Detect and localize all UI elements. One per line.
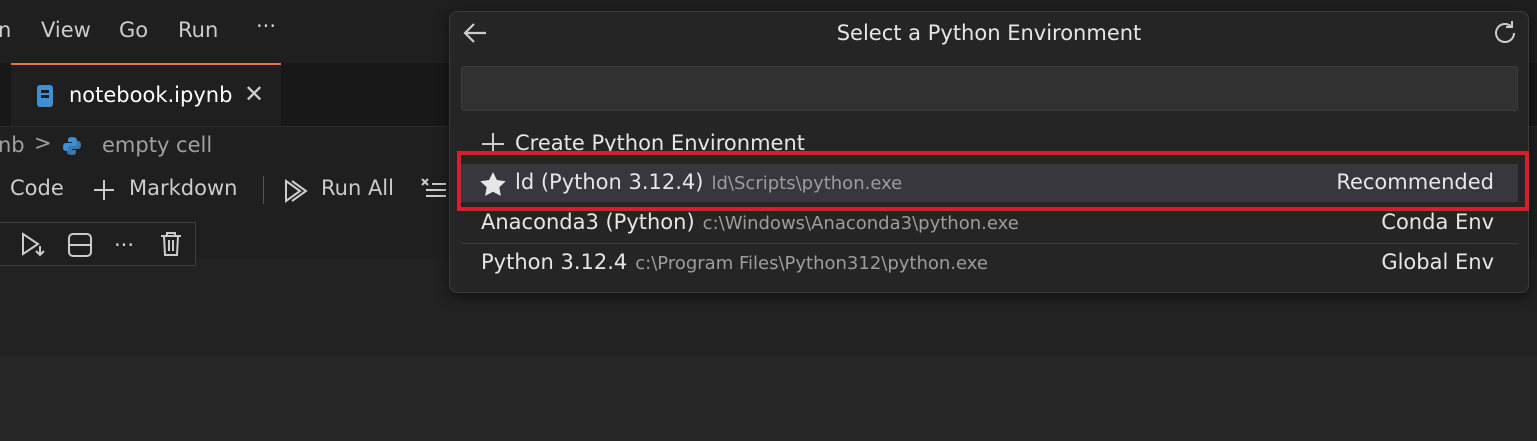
environment-label: Anaconda3 (Python) c:\Windows\Anaconda3\p…	[481, 210, 1019, 234]
cell-toolbar: ···	[0, 222, 196, 266]
more-actions-icon[interactable]: ···	[114, 233, 134, 257]
clear-outputs-icon[interactable]	[420, 176, 448, 200]
split-cell-icon[interactable]	[67, 232, 93, 258]
plus-icon	[92, 178, 116, 202]
breadcrumb-file[interactable]: nb	[0, 133, 25, 157]
list-item-python312[interactable]: Python 3.12.4 c:\Program Files\Python312\…	[461, 244, 1518, 282]
close-icon[interactable]: ✕	[244, 80, 264, 108]
menu-item-partial[interactable]: n	[0, 18, 11, 42]
environment-path: c:\Windows\Anaconda3\python.exe	[702, 213, 1019, 234]
chevron-right-icon: >	[34, 131, 52, 155]
menu-item-run[interactable]: Run	[178, 18, 218, 42]
environment-label: Python 3.12.4 c:\Program Files\Python312\…	[481, 250, 988, 274]
tab-label: notebook.ipynb	[69, 83, 233, 107]
picker-title: Select a Python Environment	[836, 21, 1142, 45]
tab-notebook[interactable]: notebook.ipynb ✕	[11, 63, 281, 126]
menu-item-view[interactable]: View	[41, 18, 91, 42]
refresh-icon[interactable]	[1490, 18, 1520, 48]
environment-path: c:\Program Files\Python312\python.exe	[635, 253, 988, 274]
highlight-annotation	[457, 151, 1529, 211]
toolbar-divider	[263, 176, 264, 204]
environment-tag: Global Env	[1381, 250, 1494, 274]
delete-icon[interactable]	[159, 231, 183, 257]
menu-more-button[interactable]: ···	[256, 14, 276, 38]
python-icon	[62, 136, 82, 156]
environment-search-input[interactable]	[461, 66, 1518, 111]
add-markdown-button[interactable]: Markdown	[129, 176, 237, 200]
lower-panel	[0, 356, 1537, 441]
notebook-icon	[37, 85, 53, 107]
breadcrumb-cell[interactable]: empty cell	[102, 133, 212, 157]
environment-tag: Conda Env	[1381, 210, 1494, 234]
run-all-button[interactable]: Run All	[321, 176, 394, 200]
run-below-icon[interactable]	[20, 232, 46, 258]
menu-item-go[interactable]: Go	[119, 18, 148, 42]
run-all-icon	[283, 178, 309, 204]
add-code-button[interactable]: Code	[10, 176, 64, 200]
